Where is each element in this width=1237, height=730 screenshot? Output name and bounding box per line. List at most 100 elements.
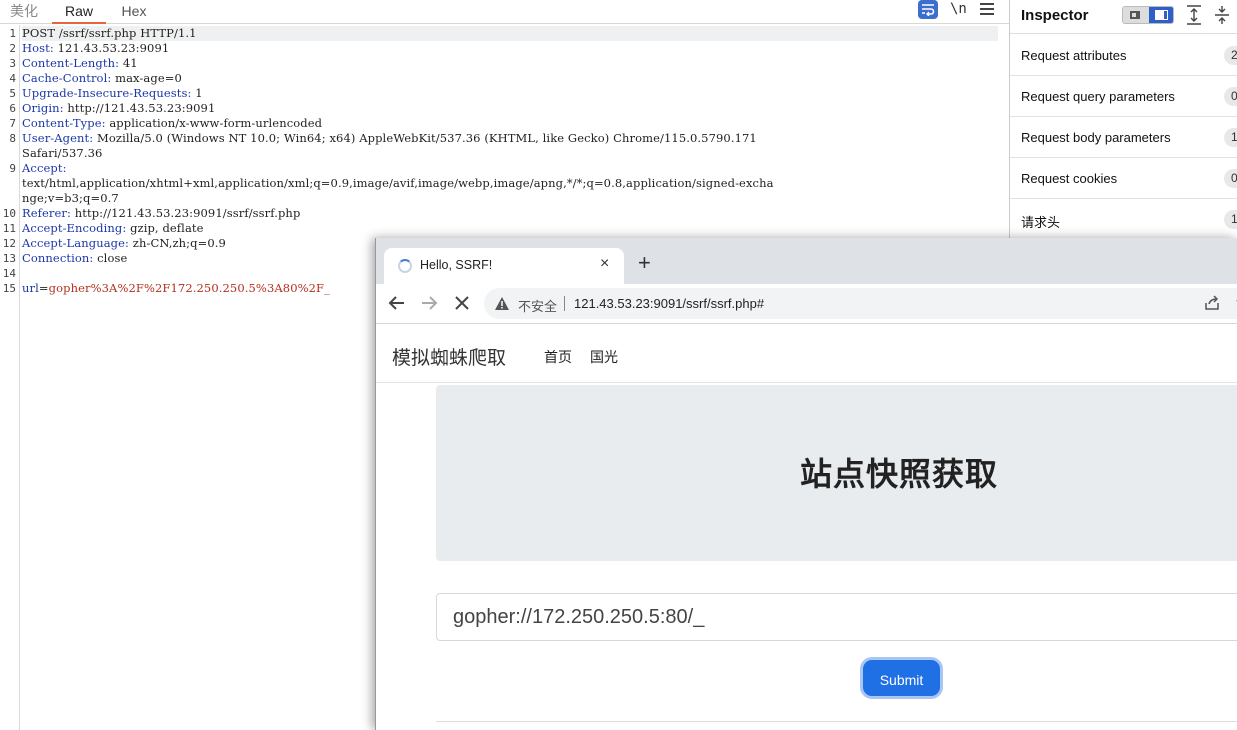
code-line[interactable]: Accept-Encoding: gzip, deflate	[22, 221, 204, 236]
line-number: 1	[9, 27, 16, 40]
line-number: 11	[2, 222, 16, 235]
inspector-row-count: 13	[1224, 210, 1237, 229]
header-value: max-age=0	[111, 71, 182, 85]
code-line[interactable]: nge;v=b3;q=0.7	[22, 191, 119, 206]
address-divider	[564, 296, 565, 311]
inspector-row-label: Request body parameters	[1021, 130, 1171, 145]
browser-toolbar: 不安全 121.43.53.23:9091/ssrf/ssrf.php#	[376, 284, 1237, 324]
tab-raw[interactable]: Raw	[52, 0, 106, 24]
header-value: Mozilla/5.0 (Windows NT 10.0; Win64; x64…	[93, 131, 757, 145]
header-value: nge;v=b3;q=0.7	[22, 191, 119, 205]
loading-spinner-icon	[398, 259, 412, 273]
line-number: 4	[9, 72, 16, 85]
code-line[interactable]: User-Agent: Mozilla/5.0 (Windows NT 10.0…	[22, 131, 757, 146]
inspector-row[interactable]: 请求头 13	[1010, 199, 1237, 240]
code-line[interactable]: Upgrade-Insecure-Requests: 1	[22, 86, 203, 101]
warning-icon[interactable]	[494, 296, 510, 311]
code-line[interactable]: Accept:	[22, 161, 67, 176]
back-icon[interactable]	[388, 294, 406, 312]
header-name: Referer:	[22, 206, 72, 220]
header-value: 41	[119, 56, 138, 70]
new-tab-icon[interactable]: +	[638, 252, 651, 274]
line-number: 2	[9, 42, 16, 55]
line-number: 8	[9, 132, 16, 145]
expand-icon[interactable]	[1186, 5, 1202, 25]
layout-side-icon[interactable]	[1149, 7, 1173, 23]
code-line[interactable]: Host: 121.43.53.23:9091	[22, 41, 169, 56]
collapse-icon[interactable]	[1214, 5, 1230, 25]
share-icon[interactable]	[1204, 295, 1220, 311]
code-line[interactable]: Content-Type: application/x-www-form-url…	[22, 116, 322, 131]
insecure-label[interactable]: 不安全	[518, 296, 557, 315]
header-value: gzip, deflate	[126, 221, 204, 235]
code-line[interactable]: text/html,application/xhtml+xml,applicat…	[22, 176, 774, 191]
menu-icon[interactable]	[980, 3, 994, 15]
header-name: Accept-Encoding:	[22, 221, 127, 235]
nav-link-guoguang[interactable]: 国光	[590, 347, 618, 367]
address-bar[interactable]: 不安全 121.43.53.23:9091/ssrf/ssrf.php#	[484, 288, 1237, 319]
header-value: zh-CN,zh;q=0.9	[129, 236, 226, 250]
header-value: application/x-www-form-urlencoded	[105, 116, 323, 130]
layout-split-icon[interactable]	[1123, 7, 1148, 23]
inspector-row[interactable]: Request query parameters 0	[1010, 76, 1237, 117]
page-divider	[436, 721, 1237, 722]
param-name: url	[22, 281, 39, 295]
tab-strip: Hello, SSRF! × +	[376, 238, 1237, 284]
close-tab-icon[interactable]: ×	[600, 255, 609, 273]
header-value: http://121.43.53.23:9091/ssrf/ssrf.php	[71, 206, 301, 220]
line-number: 7	[9, 117, 16, 130]
header-name: Content-Type:	[22, 116, 106, 130]
inspector-row-count: 0	[1224, 169, 1237, 188]
code-line[interactable]: POST /ssrf/ssrf.php HTTP/1.1	[22, 26, 998, 41]
tab-pretty[interactable]: 美化	[0, 0, 48, 24]
header-name: Connection:	[22, 251, 94, 265]
inspector-row[interactable]: Request body parameters 1	[1010, 117, 1237, 158]
header-value: close	[93, 251, 128, 265]
url-text[interactable]: 121.43.53.23:9091/ssrf/ssrf.php#	[574, 296, 764, 311]
code-line[interactable]: Referer: http://121.43.53.23:9091/ssrf/s…	[22, 206, 300, 221]
header-name: Origin:	[22, 101, 64, 115]
code-line[interactable]: url=gopher%3A%2F%2F172.250.250.5%3A80%2F…	[22, 281, 330, 296]
header-name: Cache-Control:	[22, 71, 112, 85]
code-line[interactable]: Safari/537.36	[22, 146, 102, 161]
browser-tab[interactable]: Hello, SSRF! ×	[384, 248, 624, 284]
inspector-row-label: Request query parameters	[1021, 89, 1175, 104]
line-number: 14	[2, 267, 16, 280]
line-number: 10	[2, 207, 16, 220]
header-name: Upgrade-Insecure-Requests:	[22, 86, 192, 100]
line-number: 15	[2, 282, 16, 295]
header-name: Host:	[22, 41, 54, 55]
browser-window: Hello, SSRF! × + 不安全 121.43.53.23:9091/s…	[375, 238, 1237, 730]
forward-icon[interactable]	[420, 294, 438, 312]
line-number: 12	[2, 237, 16, 250]
line-number: 5	[9, 87, 16, 100]
inspector-row[interactable]: Request cookies 0	[1010, 158, 1237, 199]
tab-hex[interactable]: Hex	[108, 0, 160, 24]
newline-toggle[interactable]: \n	[950, 0, 967, 20]
code-line[interactable]: Cache-Control: max-age=0	[22, 71, 182, 86]
code-line[interactable]: Accept-Language: zh-CN,zh;q=0.9	[22, 236, 226, 251]
header-value: text/html,application/xhtml+xml,applicat…	[22, 176, 774, 190]
code-line[interactable]: Connection: close	[22, 251, 127, 266]
line-number: 13	[2, 252, 16, 265]
nav-link-home[interactable]: 首页	[544, 347, 572, 367]
code-line[interactable]: Content-Length: 41	[22, 56, 138, 71]
header-name: Accept:	[22, 161, 67, 175]
stop-icon[interactable]	[454, 294, 470, 312]
wrap-icon[interactable]	[918, 0, 938, 19]
code-line[interactable]: Origin: http://121.43.53.23:9091	[22, 101, 215, 116]
inspector-header: Inspector	[1010, 0, 1237, 34]
site-brand[interactable]: 模拟蜘蛛爬取	[392, 343, 506, 370]
url-input[interactable]: gopher://172.250.250.5:80/_	[436, 593, 1237, 641]
site-navbar: 模拟蜘蛛爬取 首页 国光	[376, 325, 1237, 383]
inspector-row[interactable]: Request attributes 2	[1010, 35, 1237, 76]
header-name: Content-Length:	[22, 56, 120, 70]
submit-button[interactable]: Submit	[860, 657, 943, 699]
browser-tab-title: Hello, SSRF!	[420, 258, 493, 272]
inspector-row-label: Request attributes	[1021, 48, 1127, 63]
header-value: http://121.43.53.23:9091	[63, 101, 216, 115]
header-value: Safari/537.36	[22, 146, 103, 160]
inspector-title: Inspector	[1021, 7, 1089, 24]
header-name: User-Agent:	[22, 131, 94, 145]
layout-toggle-icon[interactable]	[1122, 6, 1174, 24]
